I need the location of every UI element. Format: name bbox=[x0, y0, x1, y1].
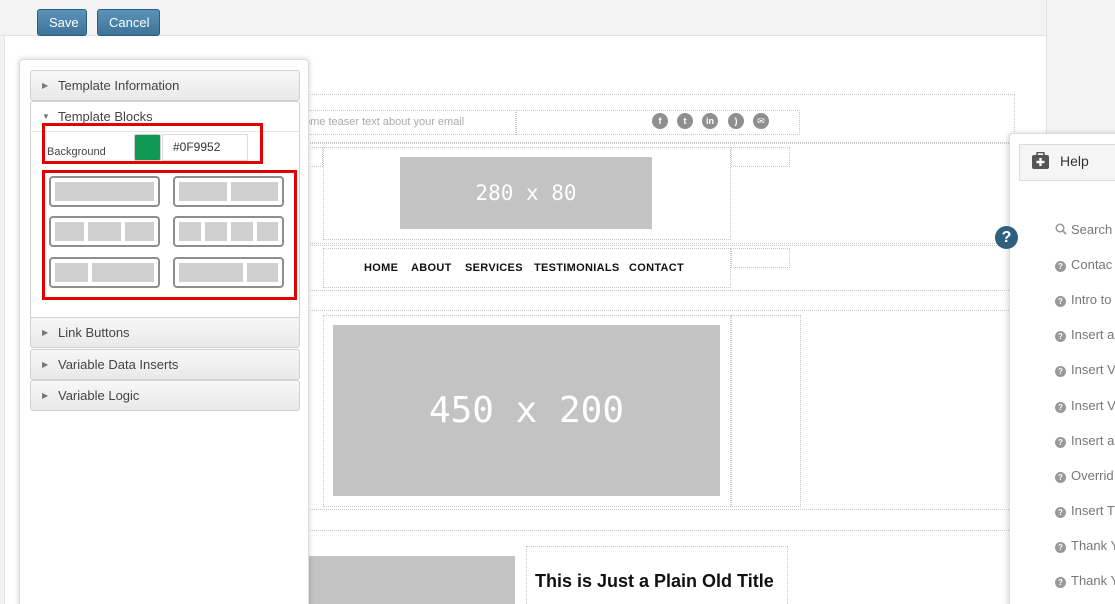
chevron-right-icon: ▶ bbox=[42, 81, 49, 90]
email-icon[interactable]: ✉ bbox=[753, 113, 769, 129]
help-toggle-button[interactable]: ? bbox=[995, 226, 1018, 249]
layout-narrow-wide[interactable] bbox=[49, 257, 160, 288]
question-circle-icon: ? bbox=[1055, 402, 1066, 413]
question-circle-icon: ? bbox=[1055, 472, 1066, 483]
layout-cell bbox=[257, 222, 278, 241]
question-circle-icon: ? bbox=[1055, 507, 1066, 518]
accordion-template-information[interactable]: ▶ Template Information bbox=[30, 70, 300, 101]
left-gutter bbox=[0, 36, 5, 604]
first-aid-kit-icon bbox=[1032, 152, 1049, 169]
logo-right-cell[interactable] bbox=[731, 147, 790, 167]
layout-cell bbox=[125, 222, 154, 241]
layout-cell bbox=[247, 263, 278, 282]
layout-cell bbox=[55, 222, 84, 241]
nav-testimonials-link[interactable]: TESTIMONIALS bbox=[534, 262, 620, 274]
question-circle-icon: ? bbox=[1055, 366, 1066, 377]
layout-2-columns[interactable] bbox=[173, 176, 284, 207]
left-panel: ▶ Template Information ▼ Template Blocks… bbox=[19, 59, 309, 604]
nav-services-link[interactable]: SERVICES bbox=[465, 262, 523, 274]
nav-home-link[interactable]: HOME bbox=[364, 262, 398, 274]
help-item[interactable]: ? Insert T bbox=[1055, 503, 1115, 518]
accordion-variable-data-inserts[interactable]: ▶ Variable Data Inserts bbox=[30, 349, 300, 380]
highlight-box-background bbox=[42, 123, 263, 164]
nav-about-link[interactable]: ABOUT bbox=[411, 262, 452, 274]
help-title: Help bbox=[1060, 153, 1089, 169]
help-item[interactable]: ? Thank Y bbox=[1055, 573, 1115, 588]
help-item[interactable]: ? Insert a bbox=[1055, 433, 1114, 448]
cancel-button[interactable]: Cancel bbox=[97, 9, 160, 36]
help-item[interactable]: ? Overrid bbox=[1055, 468, 1114, 483]
layout-wide-narrow[interactable] bbox=[173, 257, 284, 288]
question-circle-icon: ? bbox=[1001, 229, 1012, 246]
question-circle-icon: ? bbox=[1055, 542, 1066, 553]
accordion-label: Link Buttons bbox=[58, 325, 130, 340]
help-item-label: Thank Y bbox=[1071, 573, 1115, 588]
layout-cell bbox=[231, 222, 253, 241]
help-item[interactable]: ? Intro to bbox=[1055, 292, 1111, 307]
accordion-label: Template Blocks bbox=[58, 109, 153, 124]
save-button[interactable]: Save bbox=[37, 9, 87, 36]
linkedin-icon[interactable]: in bbox=[702, 113, 718, 129]
help-item[interactable]: ? Thank Y bbox=[1055, 538, 1115, 553]
layout-cell bbox=[179, 182, 227, 201]
question-circle-icon: ? bbox=[1055, 261, 1066, 272]
search-icon bbox=[1055, 223, 1067, 235]
nav-right-cell[interactable] bbox=[731, 248, 790, 268]
layout-cell bbox=[179, 263, 243, 282]
help-item[interactable]: ? Insert V bbox=[1055, 398, 1115, 413]
accordion-label: Template Information bbox=[58, 78, 180, 93]
hero-placeholder-image[interactable]: 450 x 200 bbox=[333, 325, 720, 496]
help-item-label: Overrid bbox=[1071, 468, 1114, 483]
help-item[interactable]: ? Insert a bbox=[1055, 327, 1114, 342]
help-item-label: Contac bbox=[1071, 257, 1113, 272]
content-title[interactable]: This is Just a Plain Old Title bbox=[535, 571, 774, 592]
layout-cell bbox=[231, 182, 278, 201]
accordion-label: Variable Data Inserts bbox=[58, 357, 179, 372]
nav-contact-link[interactable]: CONTACT bbox=[629, 262, 684, 274]
help-item-label: Intro to bbox=[1071, 292, 1112, 307]
question-circle-icon: ? bbox=[1055, 296, 1066, 307]
editor-window: Save Cancel ome teaser text about your e… bbox=[0, 0, 1115, 604]
help-item-label: Insert a bbox=[1071, 433, 1115, 448]
help-item[interactable]: ? Contac bbox=[1055, 257, 1112, 272]
chevron-right-icon: ▶ bbox=[42, 328, 49, 337]
facebook-icon[interactable]: f bbox=[652, 113, 668, 129]
help-item-label: Thank Y bbox=[1071, 538, 1115, 553]
help-item[interactable]: ? Insert V bbox=[1055, 362, 1115, 377]
layout-cell bbox=[205, 222, 227, 241]
help-item-search[interactable]: Search bbox=[1055, 222, 1112, 237]
rss-icon[interactable]: ) bbox=[728, 113, 744, 129]
twitter-icon[interactable]: t bbox=[677, 113, 693, 129]
question-circle-icon: ? bbox=[1055, 331, 1066, 342]
question-circle-icon: ? bbox=[1055, 437, 1066, 448]
layout-cell bbox=[88, 222, 121, 241]
help-item-label: Insert T bbox=[1071, 503, 1115, 518]
help-item-label: Insert V bbox=[1071, 362, 1115, 377]
top-toolbar: Save Cancel bbox=[0, 0, 1046, 36]
layout-4-columns[interactable] bbox=[173, 216, 284, 247]
question-circle-icon: ? bbox=[1055, 577, 1066, 588]
help-item-label: Insert a bbox=[1071, 327, 1115, 342]
accordion-label: Variable Logic bbox=[58, 388, 140, 403]
layout-cell bbox=[92, 263, 154, 282]
help-item-label: Insert V bbox=[1071, 398, 1115, 413]
help-item-label: Search bbox=[1071, 222, 1113, 237]
layout-cell bbox=[55, 182, 154, 201]
accordion-link-buttons[interactable]: ▶ Link Buttons bbox=[30, 317, 300, 348]
hero-right-cell[interactable] bbox=[731, 315, 801, 507]
layout-cell bbox=[179, 222, 201, 241]
accordion-variable-logic[interactable]: ▶ Variable Logic bbox=[30, 380, 300, 411]
content-placeholder-image[interactable] bbox=[305, 556, 515, 604]
layout-3-columns[interactable] bbox=[49, 216, 160, 247]
logo-placeholder-image[interactable]: 280 x 80 bbox=[400, 157, 652, 229]
chevron-right-icon: ▶ bbox=[42, 391, 49, 400]
layout-cell bbox=[55, 263, 88, 282]
chevron-right-icon: ▶ bbox=[42, 360, 49, 369]
teaser-text[interactable]: ome teaser text about your email bbox=[304, 116, 464, 128]
layout-1-column[interactable] bbox=[49, 176, 160, 207]
